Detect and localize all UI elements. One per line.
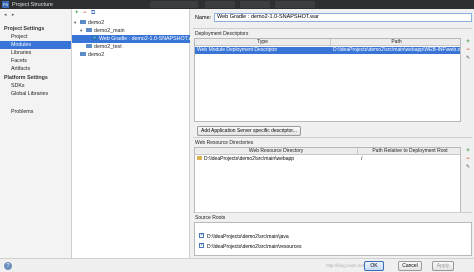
ok-button[interactable]: OK — [364, 261, 384, 271]
table-header: Web Resource Directory Path Relative to … — [195, 148, 460, 155]
cell-type: Web Module Deployment Descriptor — [197, 47, 278, 53]
tree-node-label: demo2_main — [94, 28, 125, 34]
tree-node-demo2[interactable]: ▾ demo2 — [74, 19, 104, 27]
tree-node-demo2-root[interactable]: demo2 — [80, 51, 104, 59]
nav-item-libraries[interactable]: Libraries — [0, 49, 71, 57]
source-roots-section: Source Roots ✓ D:\IdeaProjects\demo2\src\… — [193, 212, 472, 256]
table-header: Type Path — [195, 39, 460, 46]
nav-item-artifacts[interactable]: Artifacts — [0, 65, 71, 73]
tree-node-label: Web Gradle : demo2-1.0-SNAPSHOT.war — [99, 36, 198, 42]
project-structure-dialog: ◂ ▸ Project Settings Project Modules Lib… — [0, 9, 474, 272]
tree-node-label: demo2_test — [94, 44, 122, 50]
nav-item-modules[interactable]: Modules — [0, 41, 71, 49]
nav-item-global-libraries[interactable]: Global Libraries — [0, 90, 71, 98]
module-tree-panel: + − ⧉ ▾ demo2 ▾ demo2_main Web Gradle : de… — [72, 9, 197, 258]
tree-node-demo2-test[interactable]: demo2_test — [86, 43, 122, 51]
web-facet-icon — [92, 35, 97, 41]
section-title: Web Resource Directories — [195, 140, 254, 146]
remove-resource-icon[interactable]: − — [464, 155, 472, 163]
deployment-descriptors-table: Type Path Web Module Deployment Descript… — [194, 38, 461, 122]
column-header-relative-path[interactable]: Path Relative to Deployment Root — [358, 148, 462, 155]
source-root-item[interactable]: ✓ D:\IdeaProjects\demo2\src\main\resource… — [199, 243, 301, 251]
background-tab — [240, 1, 270, 8]
nav-item-sdks[interactable]: SDKs — [0, 82, 71, 90]
background-tab — [275, 1, 315, 8]
checkbox-checked-icon[interactable]: ✓ — [199, 233, 204, 239]
column-header-path[interactable]: Path — [331, 39, 462, 46]
name-label: Name: — [195, 15, 212, 21]
tree-toolbar: + − ⧉ — [72, 9, 190, 18]
tree-node-label: demo2 — [88, 20, 105, 26]
tree-node-label: demo2 — [88, 52, 105, 58]
edit-descriptor-icon[interactable]: ✎ — [464, 54, 472, 62]
remove-descriptor-icon[interactable]: − — [464, 46, 472, 54]
module-folder-icon — [86, 43, 92, 48]
nav-item-project[interactable]: Project — [0, 33, 71, 41]
app-icon: PS — [2, 1, 9, 8]
module-folder-icon — [80, 19, 86, 24]
source-root-label: D:\IdeaProjects\demo2\src\main\java — [207, 234, 289, 240]
folder-icon — [197, 156, 202, 160]
settings-nav: ◂ ▸ Project Settings Project Modules Lib… — [0, 9, 72, 258]
background-tab — [205, 1, 235, 8]
web-resource-directories-section: Web Resource Directories Web Resource Di… — [193, 137, 472, 215]
cell-path: D:\IdeaProjects\demo2\src\main\webapp\WE… — [333, 47, 460, 53]
edit-resource-icon[interactable]: ✎ — [464, 163, 472, 171]
web-resources-table: Web Resource Directory Path Relative to … — [194, 147, 461, 213]
facet-settings-panel: Name: Web Gradle : demo2-1.0-SNAPSHOT.wa… — [191, 9, 474, 258]
name-field[interactable]: Web Gradle : demo2-1.0-SNAPSHOT.war — [214, 13, 472, 22]
background-tab — [150, 1, 198, 8]
column-header-directory[interactable]: Web Resource Directory — [195, 148, 357, 155]
module-folder-icon — [86, 27, 92, 32]
cell-relative: / — [361, 156, 363, 162]
directory-path: D:\IdeaProjects\demo2\src\main\webapp — [204, 156, 295, 162]
dialog-footer: ? http://blog.csdn.net/... OK Cancel App… — [0, 258, 474, 272]
help-icon[interactable]: ? — [4, 262, 12, 270]
apply-button[interactable]: Apply — [432, 261, 454, 271]
cell-directory: D:\IdeaProjects\demo2\src\main\webapp — [197, 156, 355, 163]
checkbox-checked-icon[interactable]: ✓ — [199, 243, 204, 249]
section-title: Deployment Descriptors — [195, 31, 249, 37]
deployment-descriptors-section: Deployment Descriptors Type Path Web Mod… — [193, 28, 472, 136]
source-root-item[interactable]: ✓ D:\IdeaProjects\demo2\src\main\java — [199, 233, 289, 241]
project-settings-header: Project Settings — [4, 26, 45, 32]
module-folder-icon — [80, 51, 86, 56]
tree-node-demo2-main[interactable]: ▾ demo2_main — [80, 27, 125, 35]
nav-history-arrows[interactable]: ◂ ▸ — [4, 12, 16, 18]
window-title: Project Structure — [12, 1, 53, 8]
add-server-descriptor-button[interactable]: Add Application Server specific descript… — [197, 126, 301, 136]
copy-icon[interactable]: ⧉ — [91, 10, 95, 16]
title-bar: PS Project Structure — [0, 0, 474, 9]
platform-settings-header: Platform Settings — [4, 75, 48, 81]
nav-item-facets[interactable]: Facets — [0, 57, 71, 65]
column-header-type[interactable]: Type — [195, 39, 330, 46]
section-title: Source Roots — [195, 215, 226, 221]
add-resource-icon[interactable]: + — [464, 147, 472, 155]
nav-item-problems[interactable]: Problems — [0, 108, 71, 116]
source-root-label: D:\IdeaProjects\demo2\src\main\resources — [207, 244, 302, 250]
cancel-button[interactable]: Cancel — [398, 261, 422, 271]
table-row[interactable]: D:\IdeaProjects\demo2\src\main\webapp / — [195, 156, 460, 163]
tree-node-web-gradle-facet[interactable]: Web Gradle : demo2-1.0-SNAPSHOT.war — [72, 35, 197, 43]
watermark: http://blog.csdn.net/... — [326, 263, 370, 268]
add-descriptor-icon[interactable]: + — [464, 38, 472, 46]
remove-icon[interactable]: − — [83, 10, 87, 16]
table-row[interactable]: Web Module Deployment Descriptor D:\Idea… — [195, 47, 460, 54]
add-icon[interactable]: + — [75, 10, 79, 16]
